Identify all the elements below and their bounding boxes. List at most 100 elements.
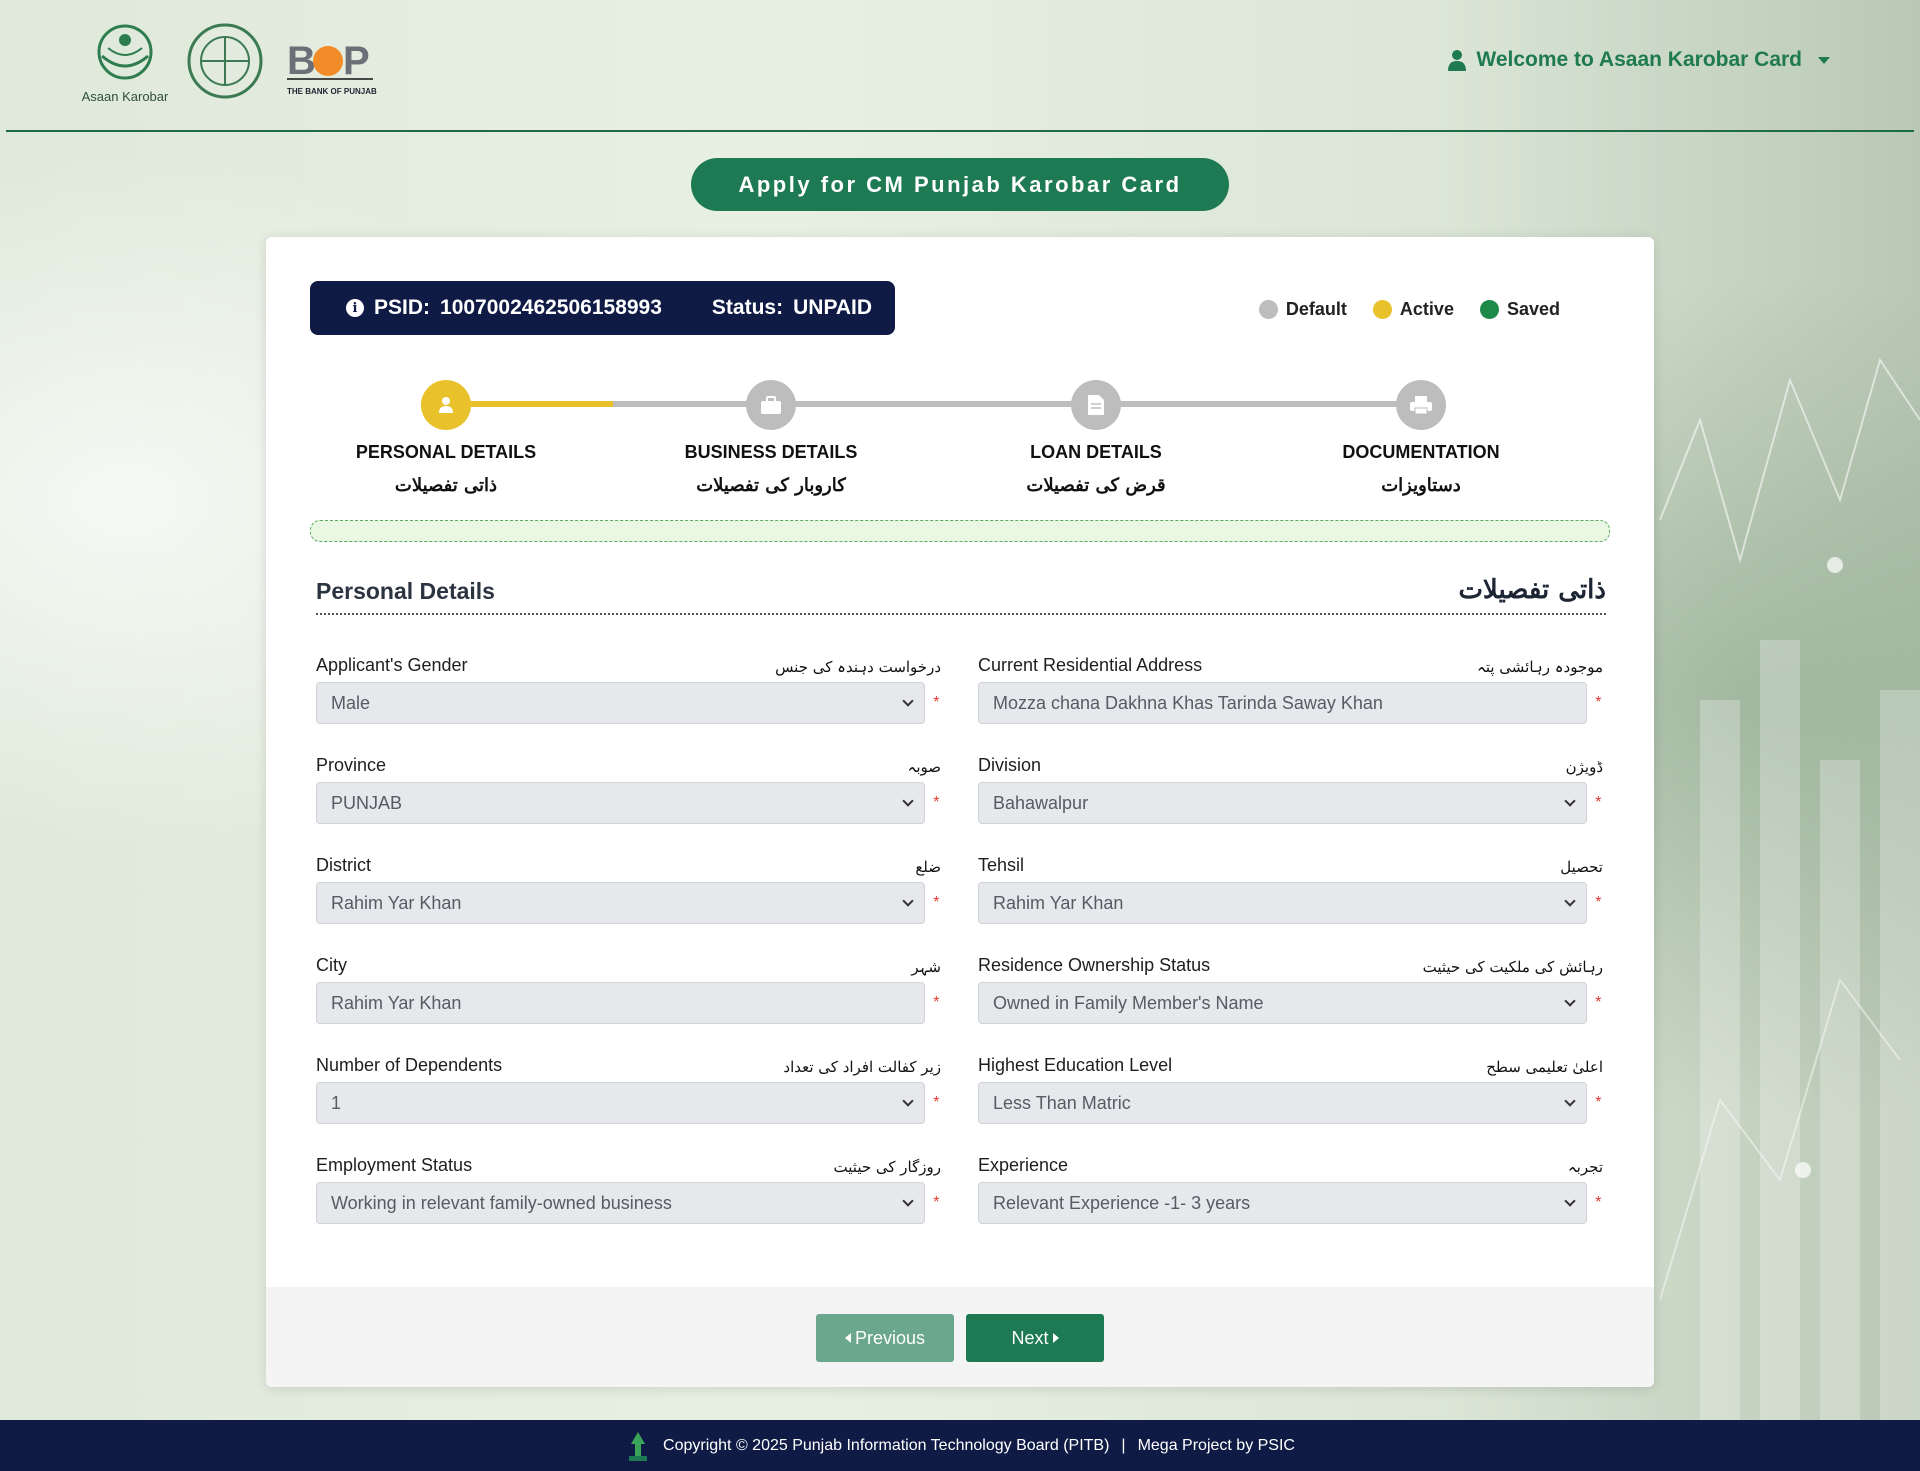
ownership-select[interactable]: Owned in Family Member's Name: [978, 982, 1588, 1024]
chevron-down-icon: [902, 1095, 914, 1107]
city-input[interactable]: Rahim Yar Khan: [316, 982, 926, 1024]
page-title: Apply for CM Punjab Karobar Card: [691, 158, 1229, 211]
tehsil-field: Tehsil تحصیل Rahim Yar Khan *: [978, 850, 1603, 924]
saved-dot-icon: [1479, 300, 1499, 319]
required-mark: *: [933, 794, 940, 811]
chevron-down-icon: [1564, 795, 1576, 807]
chevron-down-icon: [1564, 995, 1576, 1007]
field-urdu-label: درخواست دہندہ کی جنس: [775, 658, 941, 676]
step-title: LOAN DETAILS: [1030, 442, 1162, 462]
dependents-select[interactable]: 1: [316, 1082, 926, 1124]
field-urdu-label: ڈویژن: [1565, 758, 1603, 776]
step-legend: Default Active Saved: [1258, 299, 1560, 320]
required-mark: *: [1595, 1194, 1602, 1211]
province-select[interactable]: PUNJAB: [316, 782, 926, 824]
required-mark: *: [933, 994, 940, 1011]
gender-select[interactable]: Male: [316, 682, 926, 724]
document-icon: [1071, 380, 1121, 430]
legend-label: Active: [1399, 299, 1454, 319]
address-input[interactable]: Mozza chana Dakhna Khas Tarinda Saway Kh…: [978, 682, 1588, 724]
step-urdu-title: دستاویزات: [1381, 475, 1461, 496]
select-value: Bahawalpur: [993, 792, 1089, 813]
form-navigation: Previous Next: [266, 1287, 1654, 1387]
select-value: Working in relevant family-owned busines…: [331, 1192, 672, 1213]
bop-logo: B P THE BANK OF PUNJAB: [285, 34, 377, 96]
legend-label: Saved: [1506, 299, 1560, 319]
button-label: Previous: [854, 1327, 926, 1348]
required-mark: *: [1595, 794, 1602, 811]
education-select[interactable]: Less Than Matric: [978, 1082, 1588, 1124]
experience-select[interactable]: Relevant Experience -1- 3 years: [978, 1182, 1588, 1224]
legend-label: Default: [1285, 299, 1347, 319]
field-urdu-label: روزگار کی حیثیت: [833, 1158, 941, 1176]
district-select[interactable]: Rahim Yar Khan: [316, 882, 926, 924]
caret-down-icon: [1818, 56, 1830, 64]
caret-left-icon: [844, 1333, 851, 1343]
step-loan-details[interactable]: LOAN DETAILS قرض کی تفصیلات: [956, 372, 1236, 496]
select-value: PUNJAB: [331, 792, 403, 813]
field-label: Highest Education Level: [978, 1055, 1173, 1075]
caret-right-icon: [1052, 1333, 1059, 1343]
default-dot-icon: [1258, 300, 1278, 319]
printer-icon: [1396, 380, 1446, 430]
footer-separator: |: [1121, 1436, 1126, 1454]
step-title: BUSINESS DETAILS: [684, 442, 858, 462]
field-label: Applicant's Gender: [316, 655, 468, 675]
section-urdu-title: ذاتی تفصیلات: [1458, 575, 1606, 605]
active-dot-icon: [1372, 300, 1392, 319]
psid-label: PSID:: [374, 296, 431, 319]
field-label: Current Residential Address: [978, 655, 1203, 675]
svg-text:B: B: [287, 39, 316, 83]
input-value: Mozza chana Dakhna Khas Tarinda Saway Kh…: [993, 692, 1383, 713]
required-mark: *: [1595, 694, 1602, 711]
ownership-field: Residence Ownership Status رہائش کی ملکیت…: [978, 950, 1603, 1024]
user-menu-toggle[interactable]: Welcome to Asaan Karobar Card: [1448, 48, 1830, 72]
tehsil-select[interactable]: Rahim Yar Khan: [978, 882, 1588, 924]
step-personal-details[interactable]: PERSONAL DETAILS ذاتی تفصیلات: [306, 372, 586, 496]
chevron-down-icon: [902, 1195, 914, 1207]
chevron-down-icon: [1564, 1095, 1576, 1107]
previous-button[interactable]: Previous: [816, 1314, 954, 1362]
field-urdu-label: اعلیٰ تعلیمی سطح: [1486, 1058, 1603, 1076]
bop-caption: THE BANK OF PUNJAB: [287, 87, 377, 96]
step-title: DOCUMENTATION: [1342, 442, 1500, 462]
field-urdu-label: ضلع: [915, 858, 941, 876]
employment-select[interactable]: Working in relevant family-owned busines…: [316, 1182, 926, 1224]
required-mark: *: [1595, 1094, 1602, 1111]
required-mark: *: [933, 894, 940, 911]
division-field: Division ڈویژن Bahawalpur *: [978, 750, 1603, 824]
legend-active: Active: [1372, 299, 1454, 320]
step-documentation[interactable]: DOCUMENTATION دستاویزات: [1281, 372, 1561, 496]
division-select[interactable]: Bahawalpur: [978, 782, 1588, 824]
required-mark: *: [1595, 894, 1602, 911]
field-label: District: [316, 855, 371, 875]
experience-field: Experience تجربہ Relevant Experience -1- …: [978, 1150, 1603, 1224]
field-label: Employment Status: [316, 1155, 473, 1175]
asaan-karobar-logo[interactable]: Asaan Karobar: [80, 22, 170, 104]
required-mark: *: [933, 1094, 940, 1111]
select-value: Rahim Yar Khan: [993, 892, 1124, 913]
province-field: Province صوبہ PUNJAB *: [316, 750, 941, 824]
copyright-text: Copyright © 2025 Punjab Information Tech…: [663, 1436, 1110, 1454]
mega-project-text: Mega Project by PSIC: [1137, 1436, 1295, 1454]
step-business-details[interactable]: BUSINESS DETAILS کاروبار کی تفصیلات: [631, 372, 911, 496]
progress-stepper: PERSONAL DETAILS ذاتی تفصیلات BUSINESS D…: [306, 372, 1606, 502]
field-urdu-label: رہائش کی ملکیت کی حیثیت: [1422, 958, 1603, 976]
select-value: Relevant Experience -1- 3 years: [993, 1192, 1251, 1213]
next-button[interactable]: Next: [966, 1314, 1104, 1362]
district-field: District ضلع Rahim Yar Khan *: [316, 850, 941, 924]
field-label: Province: [316, 755, 387, 775]
field-label: Tehsil: [978, 855, 1025, 875]
education-field: Highest Education Level اعلیٰ تعلیمی سطح …: [978, 1050, 1603, 1124]
select-value: Less Than Matric: [993, 1092, 1131, 1113]
chevron-down-icon: [902, 795, 914, 807]
psic-logo: [185, 22, 265, 105]
chevron-down-icon: [1564, 895, 1576, 907]
header-divider: [6, 130, 1914, 132]
section-title: Personal Details: [316, 578, 495, 604]
welcome-text: Welcome to Asaan Karobar Card: [1476, 48, 1802, 71]
required-mark: *: [933, 694, 940, 711]
gender-field: Applicant's Gender درخواست دہندہ کی جنس M…: [316, 650, 941, 724]
psid-value: 1007002462506158993: [440, 296, 662, 319]
progress-status-bar: [310, 520, 1610, 542]
